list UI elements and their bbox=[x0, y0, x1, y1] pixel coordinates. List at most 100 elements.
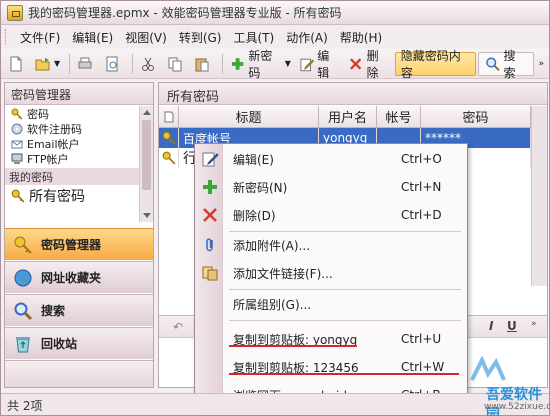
menu-help[interactable]: 帮助(H) bbox=[334, 29, 388, 46]
nav-label: 网址收藏夹 bbox=[41, 271, 102, 285]
column-header-password[interactable]: 密码 bbox=[421, 106, 531, 127]
column-header-icon[interactable] bbox=[159, 106, 179, 127]
menu-file[interactable]: 文件(F) bbox=[14, 29, 66, 46]
category-tree: 密码 软件注册码 Email帐户 FTP帐户 我的密码 所有密码 bbox=[5, 106, 141, 222]
tree-item-serial[interactable]: 软件注册码 bbox=[5, 121, 141, 136]
menu-item-label: 所属组别(G)... bbox=[233, 297, 312, 312]
hide-password-button[interactable]: 隐藏密码内容 bbox=[394, 49, 477, 80]
key-icon bbox=[14, 236, 32, 254]
menu-item-label: 删除(D) bbox=[233, 208, 276, 223]
grid-scrollbar[interactable] bbox=[531, 106, 547, 286]
context-menu: 编辑(E) Ctrl+O 新密码(N) Ctrl+N 删除(D) Ctrl+D … bbox=[194, 143, 468, 411]
menubar-grip bbox=[5, 29, 8, 45]
nav-search[interactable]: 搜索 bbox=[5, 294, 153, 326]
scroll-up-icon[interactable] bbox=[143, 110, 151, 115]
row-icon-cell bbox=[159, 128, 179, 148]
edit-icon bbox=[300, 58, 314, 71]
menu-item-copy-password[interactable]: 复制到剪贴板: 123456 Ctrl+W bbox=[195, 355, 467, 379]
scroll-thumb[interactable] bbox=[142, 120, 151, 190]
menu-tools[interactable]: 工具(T) bbox=[227, 29, 280, 46]
cut-button[interactable] bbox=[137, 52, 162, 76]
dropdown-arrow-icon: ▼ bbox=[54, 59, 61, 68]
left-panel-header: 密码管理器 bbox=[5, 83, 153, 105]
menu-edit[interactable]: 编辑(E) bbox=[66, 29, 119, 46]
menu-item-group[interactable]: 所属组别(G)... bbox=[195, 292, 467, 316]
watermark-url: www.52zixue.com bbox=[484, 402, 550, 412]
undo-icon[interactable]: ↶ bbox=[173, 320, 183, 334]
delete-icon bbox=[203, 208, 217, 222]
folder-open-icon bbox=[35, 57, 50, 70]
preview-button[interactable] bbox=[101, 52, 126, 76]
recycle-bin-icon bbox=[16, 336, 30, 352]
search-label: 搜索 bbox=[503, 48, 516, 80]
nav-password-manager[interactable]: 密码管理器 bbox=[5, 228, 153, 260]
nav-url-favorites[interactable]: 网址收藏夹 bbox=[5, 261, 153, 293]
watermark: 吾爱软件园 www.52zixue.com bbox=[464, 356, 550, 416]
red-underline bbox=[229, 345, 357, 347]
tree-item-label: Email帐户 bbox=[27, 137, 80, 151]
menu-item-delete[interactable]: 删除(D) Ctrl+D bbox=[195, 203, 467, 227]
hide-password-label: 隐藏密码内容 bbox=[400, 48, 461, 80]
column-header-account[interactable]: 帐号 bbox=[377, 106, 421, 127]
new-file-button[interactable] bbox=[5, 52, 30, 76]
tree-item-email[interactable]: Email帐户 bbox=[5, 136, 141, 151]
menu-item-shortcut: Ctrl+N bbox=[401, 180, 442, 194]
menu-item-add-file-link[interactable]: 添加文件链接(F)... bbox=[195, 261, 467, 285]
plus-icon bbox=[231, 57, 244, 70]
globe-icon bbox=[14, 269, 32, 286]
tree-item-all-passwords[interactable]: 所有密码 bbox=[5, 185, 141, 207]
copy-icon bbox=[168, 57, 182, 71]
menu-action[interactable]: 动作(A) bbox=[280, 29, 334, 46]
search-icon bbox=[14, 302, 33, 320]
nav-footer bbox=[5, 360, 153, 387]
open-folder-button[interactable]: ▼ bbox=[32, 52, 63, 76]
red-underline bbox=[229, 373, 459, 375]
menu-item-new-password[interactable]: 新密码(N) Ctrl+N bbox=[195, 175, 467, 199]
menu-view[interactable]: 视图(V) bbox=[119, 29, 173, 46]
tree-scrollbar[interactable] bbox=[139, 106, 153, 222]
window-title: 我的密码管理器.epmx - 效能密码管理器专业版 - 所有密码 bbox=[28, 6, 342, 20]
delete-button[interactable]: 删除 bbox=[345, 49, 392, 80]
menu-item-edit[interactable]: 编辑(E) Ctrl+O bbox=[195, 147, 467, 171]
menu-goto[interactable]: 转到(G) bbox=[173, 29, 228, 46]
toolbar-overflow-icon[interactable]: » bbox=[531, 319, 537, 329]
column-header-title[interactable]: 标题 bbox=[179, 106, 319, 127]
tree-item-ftp[interactable]: FTP帐户 bbox=[5, 151, 141, 166]
toolbar-separator bbox=[69, 53, 71, 74]
delete-icon bbox=[350, 57, 362, 70]
menu-item-label: 添加附件(A)... bbox=[233, 238, 311, 253]
underline-icon[interactable]: U bbox=[507, 319, 517, 333]
new-password-label: 新密码 bbox=[248, 48, 273, 80]
app-window: 我的密码管理器.epmx - 效能密码管理器专业版 - 所有密码 文件(F) 编… bbox=[0, 0, 550, 416]
document-icon bbox=[164, 111, 173, 122]
search-button[interactable]: 搜索 bbox=[478, 49, 534, 80]
tree-item-label: 密码 bbox=[27, 107, 49, 121]
nav-recycle-bin[interactable]: 回收站 bbox=[5, 327, 153, 359]
column-header-username[interactable]: 用户名 bbox=[319, 106, 377, 127]
italic-icon[interactable]: I bbox=[489, 319, 493, 333]
menu-item-shortcut: Ctrl+D bbox=[401, 208, 442, 222]
nav-label: 搜索 bbox=[41, 304, 66, 318]
new-password-button[interactable]: 新密码 ▼ bbox=[227, 49, 294, 80]
menu-item-copy-username[interactable]: 复制到剪贴板: yongyg Ctrl+U bbox=[195, 327, 467, 351]
tree-item-password[interactable]: 密码 bbox=[5, 106, 141, 121]
printer-icon bbox=[78, 57, 92, 68]
tree-item-label: 软件注册码 bbox=[27, 122, 82, 136]
paste-button[interactable] bbox=[191, 52, 216, 76]
nav-label: 回收站 bbox=[41, 337, 78, 351]
toolbar: ▼ 新密码 ▼ 编辑 删除 隐藏密码内容 搜索 » bbox=[1, 49, 549, 80]
edit-button[interactable]: 编辑 bbox=[296, 49, 343, 80]
paperclip-icon bbox=[206, 238, 213, 252]
toolbar-overflow-button[interactable]: » bbox=[536, 52, 548, 76]
my-passwords-section: 我的密码 bbox=[5, 168, 141, 185]
search-icon bbox=[486, 57, 500, 71]
scroll-down-icon[interactable] bbox=[143, 213, 151, 218]
copy-button[interactable] bbox=[164, 52, 189, 76]
menu-item-add-attachment[interactable]: 添加附件(A)... bbox=[195, 233, 467, 257]
computer-icon bbox=[11, 153, 23, 164]
print-button[interactable] bbox=[74, 52, 99, 76]
menu-item-shortcut: Ctrl+W bbox=[401, 360, 445, 374]
toolbar-separator bbox=[132, 53, 134, 74]
edit-icon bbox=[202, 152, 219, 167]
row-icon-cell bbox=[159, 148, 179, 168]
